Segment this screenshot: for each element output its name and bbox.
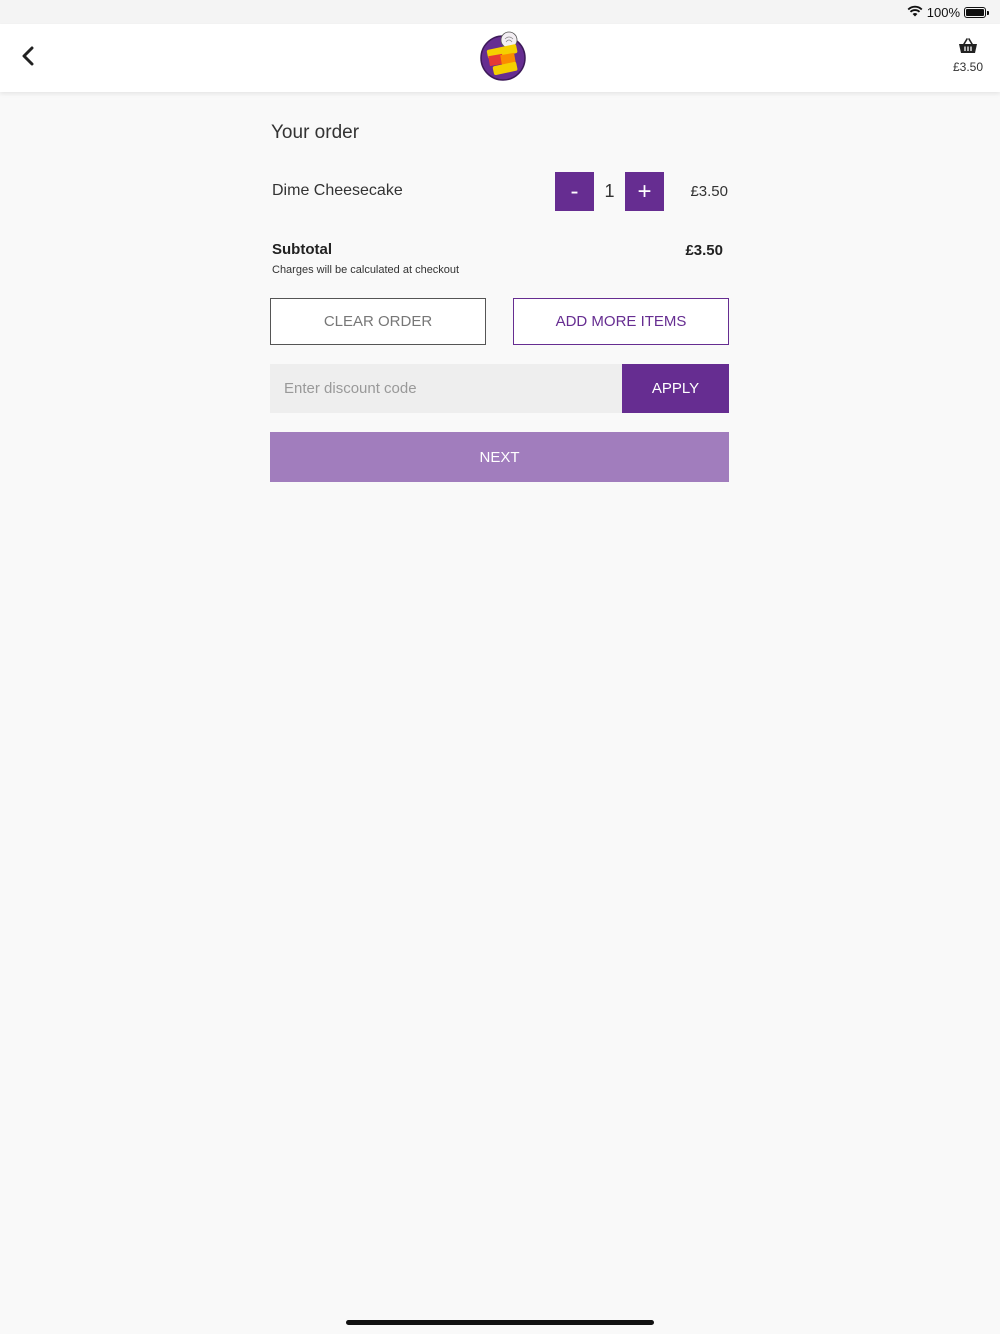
app-header: £3.50 [0, 24, 1000, 92]
battery-fill [966, 8, 984, 16]
battery-percent: 100% [926, 4, 960, 20]
item-price: £3.50 [690, 183, 728, 200]
home-indicator[interactable] [346, 1320, 654, 1325]
sweet-shop-logo [479, 30, 527, 82]
status-indicators: 100% [907, 4, 989, 20]
page-title: Your order [271, 122, 360, 143]
basket-total: £3.50 [952, 60, 984, 74]
status-bar: 100% [0, 0, 1000, 24]
subtotal-label: Subtotal [272, 241, 332, 258]
discount-code-input[interactable] [270, 364, 622, 413]
battery-icon [964, 6, 989, 18]
apply-discount-button[interactable]: APPLY [622, 364, 729, 413]
wifi-icon [907, 5, 923, 20]
back-button[interactable] [14, 44, 42, 72]
chevron-left-icon [21, 46, 35, 71]
basket-button[interactable]: £3.50 [948, 38, 988, 74]
decrease-quantity-button[interactable]: - [555, 172, 594, 211]
clear-order-button[interactable]: CLEAR ORDER [270, 298, 486, 345]
subtotal-value: £3.50 [685, 242, 723, 259]
basket-icon [958, 38, 978, 58]
charges-note: Charges will be calculated at checkout [272, 264, 460, 276]
item-quantity: 1 [604, 181, 615, 201]
order-item-row: Dime Cheesecake - 1 + £3.50 [270, 172, 730, 212]
add-more-items-button[interactable]: ADD MORE ITEMS [513, 298, 729, 345]
next-button[interactable]: NEXT [270, 432, 729, 482]
increase-quantity-button[interactable]: + [625, 172, 664, 211]
item-name: Dime Cheesecake [272, 182, 403, 199]
